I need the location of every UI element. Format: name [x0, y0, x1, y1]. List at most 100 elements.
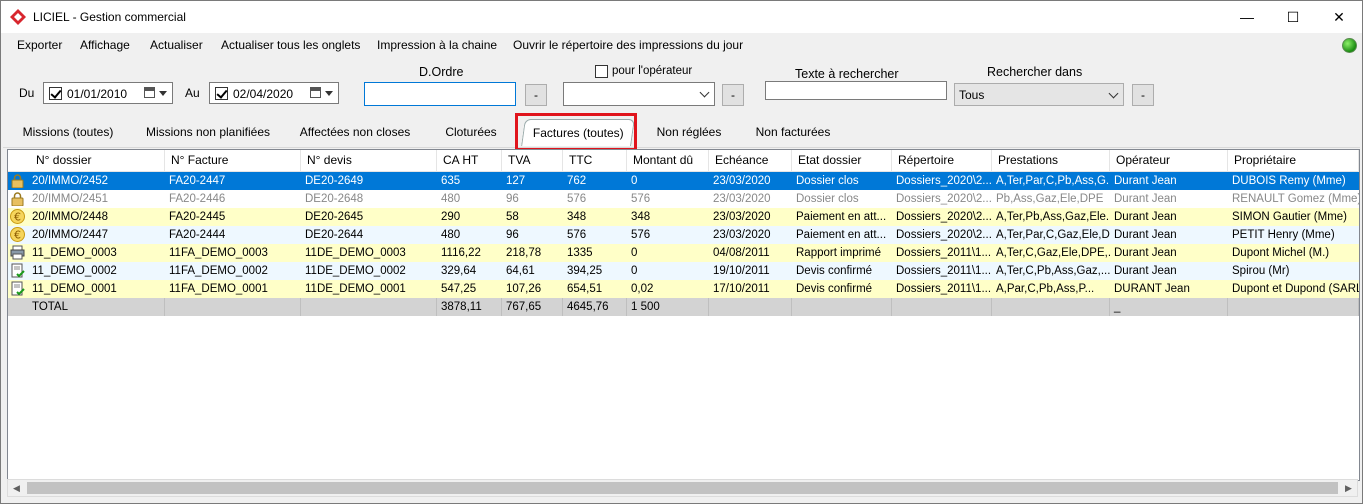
table-row[interactable]: €20/IMMO/2447 FA20-2444 DE20-2644 480 96 576 5… [8, 226, 1359, 244]
app-window: LICIEL - Gestion commercial — ☐ ✕ Export… [0, 0, 1363, 504]
cell-ca-ht: 635 [441, 175, 461, 187]
calendar-icon [310, 87, 321, 98]
tab-missions-toutes[interactable]: Missions (toutes) [13, 119, 123, 145]
cell-operateur: Durant Jean [1114, 247, 1177, 259]
window-title: LICIEL - Gestion commercial [33, 10, 186, 24]
minimize-button[interactable]: — [1224, 1, 1270, 33]
total-cell-proprietaire [1228, 298, 1359, 316]
dordre-input[interactable] [364, 82, 516, 106]
column-header-echeance[interactable]: Echéance [709, 150, 792, 171]
cell-n-dossier: 11_DEMO_0002 [32, 265, 117, 277]
cell-ttc: 1335 [567, 247, 593, 259]
table-row[interactable]: 20/IMMO/2451 FA20-2446 DE20-2648 480 96 576 57… [8, 190, 1359, 208]
cell-etat-dossier: Devis confirmé [796, 283, 873, 295]
table-row[interactable]: 11_DEMO_0002 11FA_DEMO_0002 11DE_DEMO_0002… [8, 262, 1359, 280]
operateur-select[interactable] [563, 82, 715, 106]
cell-operateur: Durant Jean [1114, 175, 1177, 187]
cell-operateur: Durant Jean [1114, 193, 1177, 205]
tab-missions-non-planifiees[interactable]: Missions non planifiées [137, 119, 279, 145]
tab-affectees-non-closes[interactable]: Affectées non closes [293, 119, 417, 145]
cell-prestations: A,Ter,Par,C,Pb,Ass,G... [996, 175, 1110, 187]
cell-n-dossier: 11_DEMO_0001 [32, 283, 117, 295]
menu-actualiser-tous[interactable]: Actualiser tous les onglets [221, 38, 360, 52]
cell-n-dossier: 11_DEMO_0003 [32, 247, 117, 259]
menu-affichage[interactable]: Affichage [80, 38, 130, 52]
cell-proprietaire: Dupont Michel (M.) [1232, 247, 1330, 259]
cell-montant-du: 576 [631, 193, 651, 205]
chevron-down-icon [699, 87, 710, 98]
cell-operateur: Durant Jean [1114, 229, 1177, 241]
tab-cloturees[interactable]: Cloturées [431, 119, 511, 145]
cell-prestations: A,Ter,Pb,Ass,Gaz,Ele... [996, 211, 1110, 223]
tab-non-reglees[interactable]: Non réglées [647, 119, 731, 145]
maximize-button[interactable]: ☐ [1270, 1, 1316, 33]
tab-non-facturees[interactable]: Non facturées [745, 119, 841, 145]
cell-n-facture: 11FA_DEMO_0002 [169, 265, 268, 277]
cell-echeance: 23/03/2020 [713, 193, 771, 205]
cell-ca-ht: 547,25 [441, 283, 477, 295]
du-date-picker[interactable]: 01/01/2010 [43, 82, 173, 104]
au-date-picker[interactable]: 02/04/2020 [209, 82, 339, 104]
rechercher-clear-button[interactable]: - [1132, 84, 1154, 106]
du-label: Du [19, 86, 35, 100]
cell-tva: 96 [506, 193, 519, 205]
total-cell-n-devis [301, 298, 437, 316]
table-row[interactable]: 20/IMMO/2452 FA20-2447 DE20-2649 635 127 762 0… [8, 172, 1359, 190]
scroll-right-icon[interactable]: ▶ [1340, 480, 1357, 496]
liciel-logo-icon [10, 9, 26, 25]
operateur-clear-button[interactable]: - [722, 84, 744, 106]
rechercher-select[interactable]: Tous [954, 83, 1124, 106]
column-header-tva[interactable]: TVA [502, 150, 563, 171]
table-row[interactable]: €20/IMMO/2448 FA20-2445 DE20-2645 290 58 348 3… [8, 208, 1359, 226]
column-header-ttc[interactable]: TTC [563, 150, 627, 171]
cell-n-facture: FA20-2445 [169, 211, 226, 223]
menu-impression-chaine[interactable]: Impression à la chaine [377, 38, 497, 52]
column-header-n-dossier[interactable]: N° dossier [8, 150, 165, 171]
column-header-montant-du[interactable]: Montant dû [627, 150, 709, 171]
cell-montant-du: 576 [631, 229, 651, 241]
menu-exporter[interactable]: Exporter [17, 38, 62, 52]
operateur-checkbox[interactable] [595, 65, 608, 78]
menu-ouvrir-repertoire[interactable]: Ouvrir le répertoire des impressions du … [513, 38, 743, 52]
au-checkbox[interactable] [215, 87, 228, 100]
cell-ttc: 394,25 [567, 265, 603, 277]
texte-search-input[interactable] [765, 81, 947, 100]
scroll-left-icon[interactable]: ◀ [8, 480, 25, 496]
column-header-ca-ht[interactable]: CA HT [437, 150, 502, 171]
menu-actualiser[interactable]: Actualiser [150, 38, 203, 52]
scrollbar-thumb[interactable] [27, 482, 1338, 494]
total-row: TOTAL 3878,11 767,65 4645,76 1 500 _ [8, 298, 1359, 316]
tab-bar: Missions (toutes) Missions non planifiée… [3, 116, 1360, 148]
cell-repertoire: Dossiers_2020\2... [896, 193, 992, 205]
column-header-proprietaire[interactable]: Propriétaire [1228, 150, 1359, 171]
cell-prestations: A,Ter,Par,C,Gaz,Ele,DPE,... [996, 229, 1110, 241]
title-bar[interactable]: LICIEL - Gestion commercial — ☐ ✕ [1, 1, 1362, 33]
table-row[interactable]: 11_DEMO_0003 11FA_DEMO_0003 11DE_DEMO_0003… [8, 244, 1359, 262]
column-header-repertoire[interactable]: Répertoire [892, 150, 992, 171]
cell-montant-du: 0 [631, 265, 638, 277]
horizontal-scrollbar[interactable]: ◀ ▶ [7, 479, 1358, 497]
column-header-n-facture[interactable]: N° Facture [165, 150, 301, 171]
au-date-value: 02/04/2020 [233, 87, 294, 101]
du-checkbox[interactable] [49, 87, 62, 100]
total-cell-echeance [709, 298, 792, 316]
column-header-n-devis[interactable]: N° devis [301, 150, 437, 171]
cell-prestations: Pb,Ass,Gaz,Ele,DPE [996, 193, 1104, 205]
total-cell-tva: 767,65 [502, 298, 563, 316]
chevron-down-icon [1108, 88, 1119, 99]
close-button[interactable]: ✕ [1316, 1, 1362, 33]
chevron-down-icon [325, 91, 333, 96]
cell-tva: 96 [506, 229, 519, 241]
column-header-etat-dossier[interactable]: Etat dossier [792, 150, 892, 171]
cell-ca-ht: 290 [441, 211, 461, 223]
cell-proprietaire: SIMON Gautier (Mme) [1232, 211, 1348, 223]
cell-echeance: 17/10/2011 [713, 283, 770, 295]
total-cell-prestations [992, 298, 1110, 316]
total-cell-n-dossier: TOTAL [8, 298, 165, 316]
column-header-prestations[interactable]: Prestations [992, 150, 1110, 171]
table-row[interactable]: 11_DEMO_0001 11FA_DEMO_0001 11DE_DEMO_0001… [8, 280, 1359, 298]
column-header-operateur[interactable]: Opérateur [1110, 150, 1228, 171]
dordre-clear-button[interactable]: - [525, 84, 547, 106]
cell-n-devis: DE20-2649 [305, 175, 364, 187]
operateur-label: pour l'opérateur [612, 65, 693, 77]
